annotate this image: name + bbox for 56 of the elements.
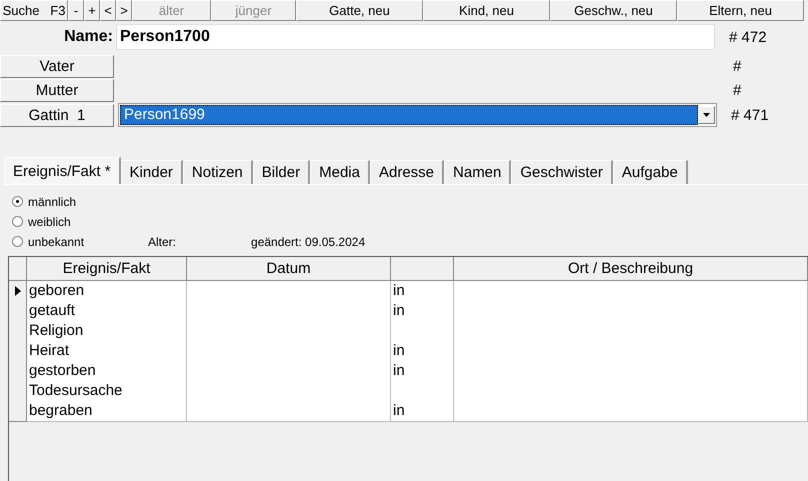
table-cell: in bbox=[391, 361, 454, 382]
column-header[interactable]: Ereignis/Fakt bbox=[27, 257, 187, 281]
column-header[interactable]: Ort / Beschreibung bbox=[454, 257, 808, 281]
record-number: # bbox=[733, 58, 742, 75]
toolbar-button[interactable]: Suche F3 bbox=[0, 0, 68, 21]
dropdown-value: Person1699 bbox=[120, 105, 698, 125]
table-cell: in bbox=[391, 301, 454, 322]
table-cell: getauft bbox=[27, 301, 187, 322]
toolbar-button[interactable]: Geschw., neu bbox=[550, 0, 677, 21]
table-cell: in bbox=[391, 341, 454, 362]
current-row-icon bbox=[14, 286, 20, 296]
relation-button[interactable]: Gattin 1 bbox=[0, 104, 114, 126]
radio-button[interactable] bbox=[12, 236, 23, 247]
table-cell: in bbox=[391, 281, 454, 302]
spouse-dropdown[interactable]: Person1699 bbox=[118, 103, 717, 127]
relation-button[interactable]: Mutter bbox=[0, 79, 114, 102]
table-cell: begraben bbox=[27, 401, 187, 422]
toolbar-button[interactable]: < bbox=[100, 0, 116, 21]
radio-button[interactable] bbox=[12, 196, 23, 207]
record-number: # 472 bbox=[729, 28, 767, 46]
tab[interactable]: Adresse bbox=[370, 160, 444, 184]
tab[interactable]: Aufgabe bbox=[612, 160, 688, 184]
toolbar-button[interactable]: Kind, neu bbox=[423, 0, 550, 21]
toolbar-button[interactable]: > bbox=[116, 0, 132, 21]
tab[interactable]: Ereignis/Fakt * bbox=[4, 157, 121, 184]
tab[interactable]: Namen bbox=[444, 160, 512, 184]
table-cell: Heirat bbox=[27, 341, 187, 362]
column-header[interactable] bbox=[391, 257, 454, 281]
caret-icon bbox=[703, 113, 710, 117]
tab[interactable]: Media bbox=[310, 160, 370, 184]
tab[interactable]: Bilder bbox=[252, 160, 310, 184]
radio-button[interactable] bbox=[12, 216, 23, 227]
radio-label: weiblich bbox=[28, 214, 72, 228]
toolbar-button[interactable]: Gatte, neu bbox=[296, 0, 423, 21]
table-cell: gestorben bbox=[27, 361, 187, 382]
table-cell: Religion bbox=[27, 321, 187, 342]
name-field[interactable]: Person1700 bbox=[116, 24, 715, 50]
radio-label: unbekannt bbox=[28, 234, 86, 248]
tab[interactable]: Geschwister bbox=[511, 160, 613, 184]
toolbar-button[interactable]: - bbox=[68, 0, 84, 21]
table-cell: in bbox=[391, 401, 454, 422]
table-cell: Todesursache bbox=[27, 381, 187, 402]
toolbar-button[interactable]: + bbox=[84, 0, 100, 21]
record-number: # bbox=[733, 82, 742, 99]
changed-date: geändert: 09.05.2024 bbox=[251, 234, 366, 248]
radio-label: männlich bbox=[28, 194, 78, 208]
record-number: # 471 bbox=[731, 106, 769, 124]
age-label: Alter: bbox=[148, 234, 176, 248]
toolbar-button[interactable]: Eltern, neu bbox=[677, 0, 804, 21]
tab[interactable]: Notizen bbox=[182, 160, 253, 184]
dropdown-button[interactable] bbox=[698, 106, 715, 124]
name-label: Name: bbox=[63, 28, 114, 46]
tab[interactable]: Kinder bbox=[120, 160, 183, 184]
table-cell: geboren bbox=[27, 281, 187, 302]
relation-button[interactable]: Vater bbox=[0, 55, 114, 78]
column-header[interactable]: Datum bbox=[187, 257, 391, 281]
